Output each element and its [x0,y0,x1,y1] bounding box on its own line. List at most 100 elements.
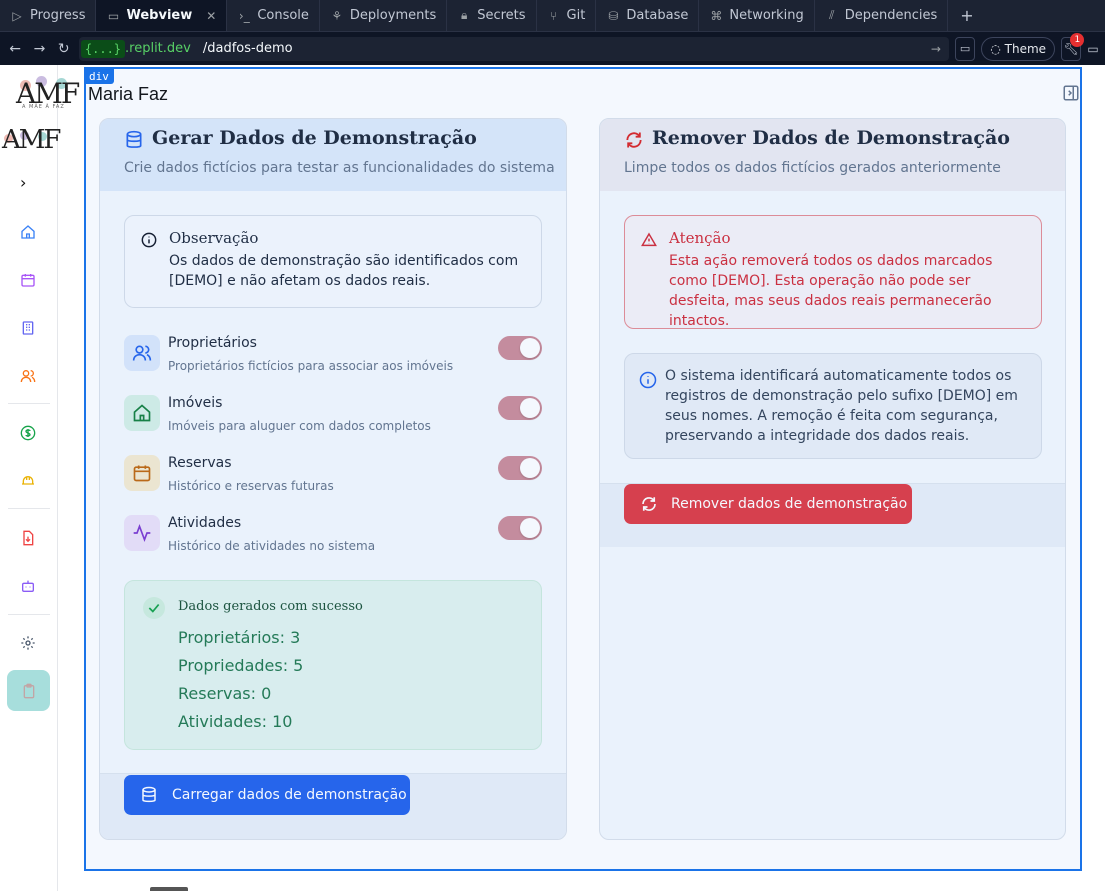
result-line: Reservas: 0 [178,684,272,703]
url-host-badge: {...} [80,39,126,58]
result-line: Atividades: 10 [178,712,293,731]
option-row-reservas: Reservas Histórico e reservas futuras [124,455,542,499]
terminal-icon: ›_ [238,8,250,23]
remove-demo-card: Remover Dados de Demonstração Limpe todo… [599,118,1066,840]
warning-triangle-icon [641,232,657,247]
button-label: Remover dados de demonstração [671,496,908,512]
card-header: Remover Dados de Demonstração Limpe todo… [600,119,1065,191]
sidebar-divider [8,508,50,509]
note-text: Os dados de demonstração são identificad… [169,253,519,289]
url-path: /dadfos-demo [202,41,293,56]
inspector-tag: div [84,69,114,84]
button-label: Carregar dados de demonstração [172,787,407,803]
alert-text: Esta ação removerá todos os dados marcad… [669,253,993,329]
refresh-icon [642,497,656,511]
card-subtitle: Limpe todos os dados fictícios gerados a… [624,160,1001,176]
reload-icon[interactable]: ↻ [55,38,73,60]
ide-tab-bar: ▷ Progress ▭ Webview ✕ ›_ Console ⚘ Depl… [0,0,1105,32]
forward-arrow-icon[interactable]: → [30,38,48,60]
tab-label: Progress [30,8,86,23]
home-icon [124,395,160,431]
option-desc: Histórico e reservas futuras [168,479,334,493]
database-icon [126,130,142,148]
option-row-atividades: Atividades Histórico de atividades no si… [124,515,542,559]
devices-button[interactable]: ▭ [954,36,976,61]
calendar-icon [124,455,160,491]
monitor-icon: ▭ [107,8,120,23]
result-line: Propriedades: 5 [178,656,304,675]
database-icon: ⛁ [608,8,619,23]
users-icon [124,335,160,371]
toggle-imoveis[interactable] [498,396,542,420]
tab-webview[interactable]: ▭ Webview ✕ [96,0,228,31]
info-note: O sistema identificará automaticamente t… [624,353,1042,459]
sidebar-item-demo-data[interactable] [7,670,50,711]
tab-label: Networking [729,8,804,23]
option-desc: Imóveis para aluguer com dados completos [168,419,431,433]
tab-dependencies[interactable]: ⫽ Dependencies [815,0,949,31]
page-title: Maria Faz [88,84,169,104]
option-title: Imóveis [168,395,223,411]
git-icon: ⑂ [549,8,558,23]
scroll-stub [150,887,188,891]
toggle-knob [520,398,540,418]
users-icon[interactable] [17,365,39,387]
package-icon: ⫽ [829,8,835,22]
bot-icon[interactable] [17,575,39,597]
option-row-imoveis: Imóveis Imóveis para aluguer com dados c… [124,395,542,439]
alert-title: Atenção [669,229,731,247]
tab-git[interactable]: ⑂ Git [537,0,597,31]
card-title: Gerar Dados de Demonstração [152,127,477,149]
building-icon[interactable] [17,317,39,339]
tab-label: Secrets [477,8,526,23]
tab-label: Dependencies [844,8,938,23]
option-title: Proprietários [168,335,257,351]
theme-button[interactable]: ◌ Theme [981,36,1056,61]
sidebar-divider [8,614,50,615]
devtools-button[interactable]: 🔧︎ 1 [1061,32,1085,61]
file-icon[interactable] [17,527,39,549]
tab-console[interactable]: ›_ Console [227,0,320,31]
option-desc: Histórico de atividades no sistema [168,539,376,553]
dollar-icon[interactable] [17,422,39,444]
close-icon[interactable]: ✕ [206,9,216,23]
generate-demo-card: Gerar Dados de Demonstração Crie dados f… [99,118,567,840]
toggle-reservas[interactable] [498,456,542,480]
progress-icon: ▷ [12,8,22,23]
overflow-icon[interactable]: ▭ [1087,37,1099,61]
notification-badge: 1 [1070,32,1085,47]
calendar-icon[interactable] [17,269,39,291]
add-tab-button[interactable]: + [948,0,985,31]
tab-progress[interactable]: ▷ Progress [0,0,97,31]
load-demo-data-button[interactable]: Carregar dados de demonstração [124,775,410,815]
toggle-proprietarios[interactable] [498,336,542,360]
note-title: Observação [169,229,259,247]
toggle-knob [520,518,540,538]
toggle-atividades[interactable] [498,516,542,540]
tab-label: Console [257,8,309,23]
clipboard-icon [23,683,34,698]
tab-label: Deployments [349,8,437,23]
success-summary: Dados gerados com sucesso Proprietários:… [124,580,542,750]
hardhat-icon[interactable] [17,469,39,491]
home-icon[interactable] [17,221,39,243]
tab-networking[interactable]: ⌘ Networking [699,0,815,31]
app-header [58,65,1105,123]
result-line: Proprietários: 3 [178,628,301,647]
plus-icon: + [960,6,974,25]
remove-demo-data-button[interactable]: Remover dados de demonstração [624,484,912,524]
chevron-right-icon[interactable]: › [20,173,26,192]
card-header: Gerar Dados de Demonstração Crie dados f… [100,119,566,191]
tab-label: Git [566,8,586,23]
deploy-icon: ⚘ [331,8,343,23]
url-input[interactable]: {...} .replit.dev /dadfos-demo → [78,36,949,61]
open-external-arrow-icon[interactable]: → [931,42,941,56]
back-arrow-icon[interactable]: ← [6,38,24,60]
tab-database[interactable]: ⛁ Database [596,0,700,31]
tab-secrets[interactable]: 🔒︎ Secrets [447,0,537,31]
gear-icon[interactable] [17,632,39,654]
card-title: Remover Dados de Demonstração [652,127,1010,149]
panel-collapse-icon[interactable] [1062,84,1080,102]
tab-deployments[interactable]: ⚘ Deployments [320,0,448,31]
card-subtitle: Crie dados fictícios para testar as func… [124,160,555,176]
